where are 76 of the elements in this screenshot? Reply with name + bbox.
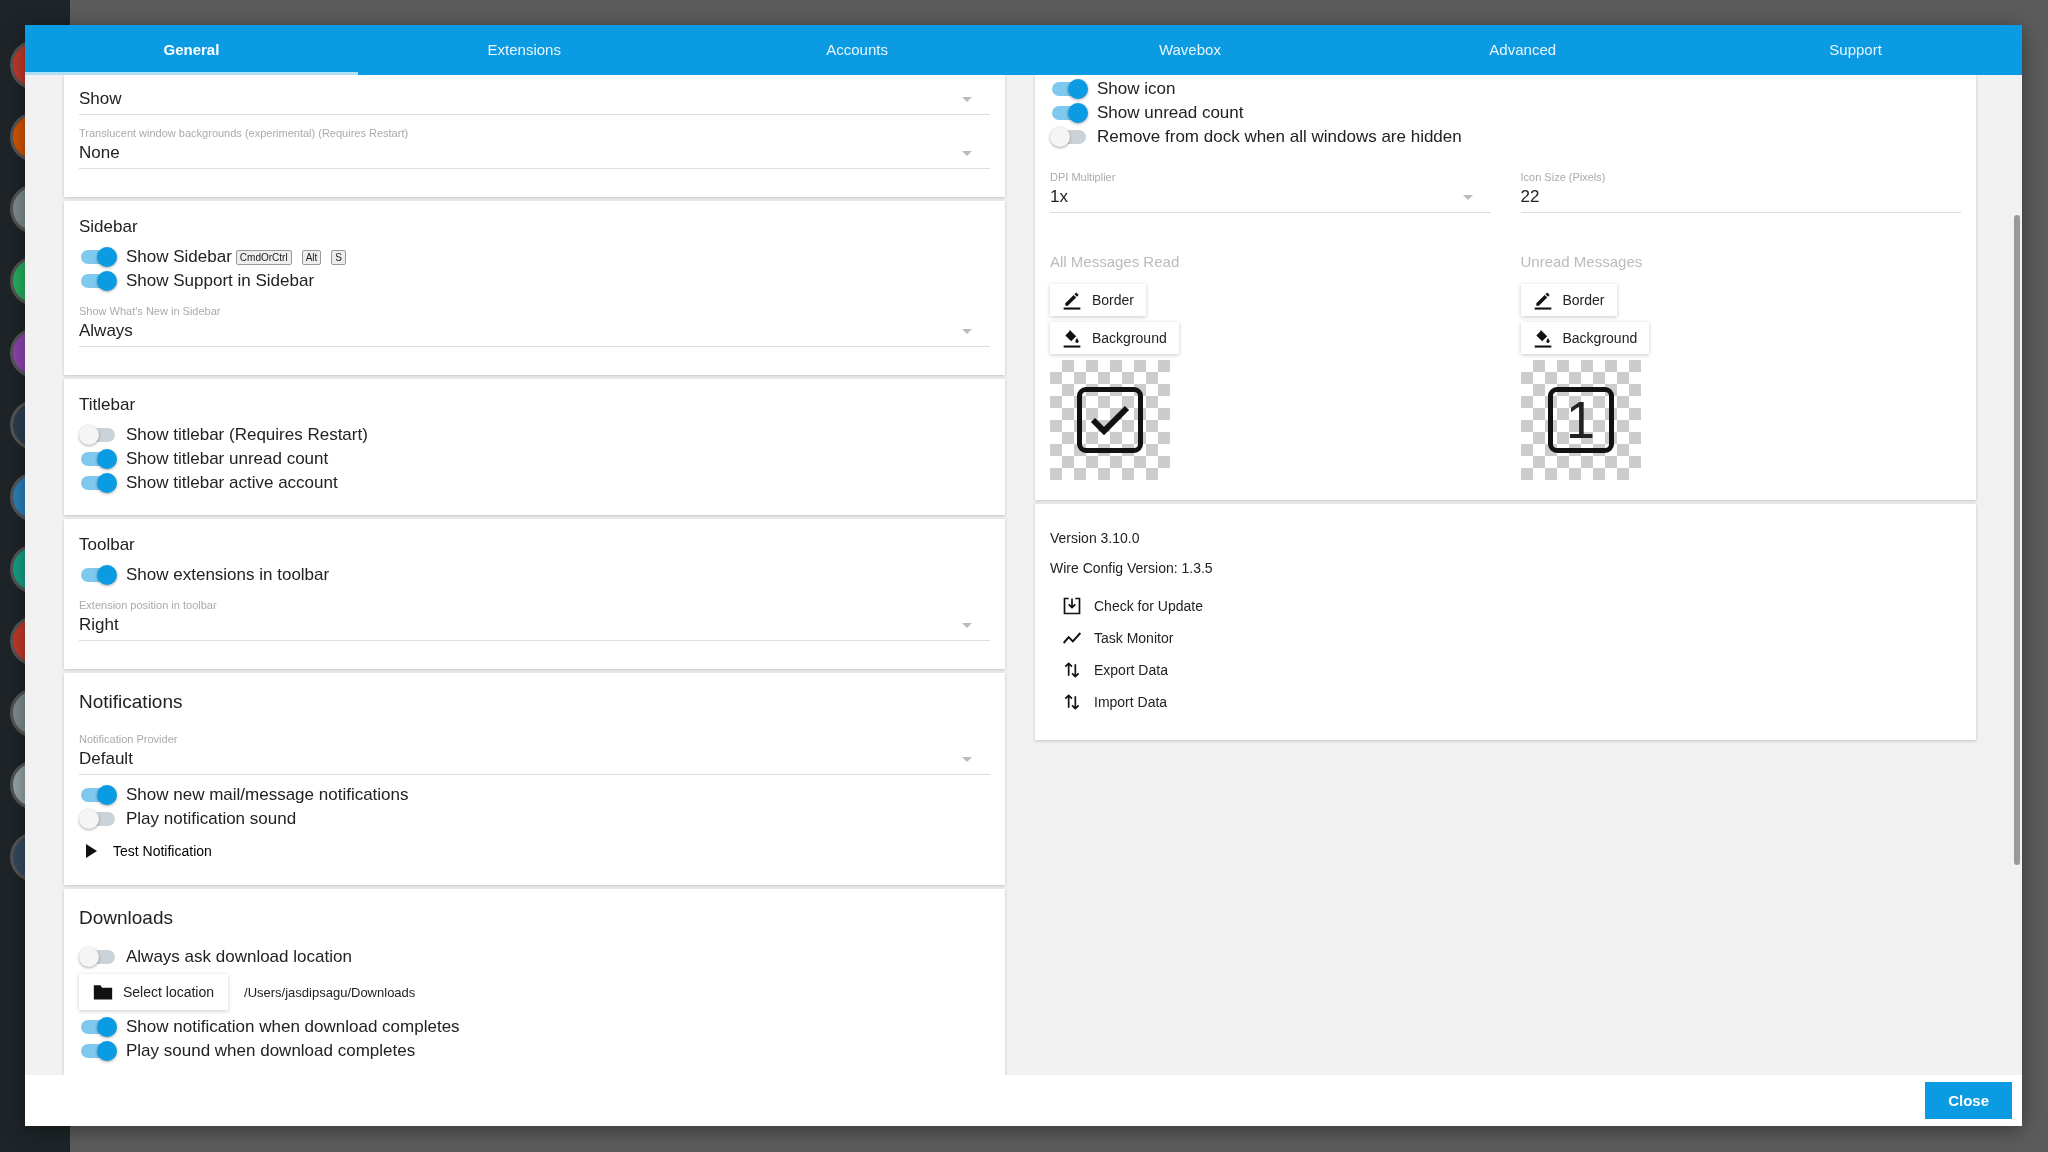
scrollbar-thumb[interactable] — [2014, 215, 2020, 865]
folder-icon — [93, 982, 113, 1002]
play-icon — [85, 844, 97, 858]
toggle-switch[interactable] — [1052, 82, 1086, 96]
toggle-switch[interactable] — [81, 568, 115, 582]
about-action[interactable]: Task Monitor — [1050, 622, 1186, 654]
toggle-label: Remove from dock when all windows are hidden — [1097, 127, 1462, 147]
about-action[interactable]: Import Data — [1050, 686, 1180, 718]
caret-icon — [962, 151, 972, 156]
checkmark-icon — [1090, 405, 1130, 435]
toggle-switch[interactable] — [81, 1020, 115, 1034]
about-action[interactable]: Export Data — [1050, 654, 1180, 686]
select-field[interactable]: DPI Multiplier 1x — [1050, 167, 1491, 213]
section-title: Downloads — [79, 907, 174, 929]
toggle-label: Show notification when download completes — [126, 1017, 460, 1037]
download-box-icon — [1062, 596, 1082, 616]
section-title: Titlebar — [79, 395, 137, 415]
toggle-label: Show titlebar active account — [126, 473, 338, 493]
toggle-label: Show icon — [1097, 79, 1176, 99]
up-down-arrows-icon — [1062, 660, 1082, 680]
toggle-switch[interactable] — [81, 452, 115, 466]
caret-icon — [962, 623, 972, 628]
paint-bucket-icon — [1062, 328, 1082, 348]
color-button[interactable]: Background — [1520, 322, 1650, 354]
group-title: All Messages Read — [1050, 253, 1180, 270]
pencil-icon — [1062, 290, 1082, 310]
caret-icon — [962, 329, 972, 334]
section-title: Sidebar — [79, 217, 139, 237]
color-button[interactable]: Border — [1050, 284, 1147, 316]
select-location-button[interactable]: Select location — [79, 974, 229, 1010]
section-title: Toolbar — [79, 535, 136, 555]
shortcut-key: S — [331, 249, 346, 265]
select-field[interactable]: Extension position in toolbar Right — [79, 595, 990, 641]
group-title: Unread Messages — [1520, 253, 1643, 270]
section-title: Notifications — [79, 691, 184, 713]
toggle-switch[interactable] — [81, 812, 115, 826]
toggle-label: Show Support in Sidebar — [126, 271, 315, 291]
text-field[interactable]: Icon Size (Pixels) 22 — [1520, 167, 1961, 213]
toggle-label: Play notification sound — [126, 809, 297, 829]
test-notification-button[interactable]: Test Notification — [79, 837, 218, 865]
toggle-switch[interactable] — [81, 476, 115, 490]
toggle-label: Show titlebar unread count — [126, 449, 329, 469]
paint-bucket-icon — [1532, 328, 1553, 348]
toggle-switch[interactable] — [1052, 106, 1086, 120]
toggle-label: Show Sidebar — [126, 247, 232, 267]
toggle-switch[interactable] — [81, 950, 115, 964]
caret-icon — [962, 757, 972, 762]
about-action[interactable]: Check for Update — [1050, 590, 1215, 622]
select-field[interactable]: Show What's New in Sidebar Always — [79, 301, 990, 347]
toggle-switch[interactable] — [81, 1044, 115, 1058]
toggle-label: Play sound when download completes — [126, 1041, 416, 1061]
toggle-label: Show unread count — [1097, 103, 1244, 123]
toggle-switch[interactable] — [81, 428, 115, 442]
up-down-arrows-icon — [1062, 692, 1082, 712]
shortcut-key: Alt — [301, 249, 322, 265]
toggle-switch[interactable] — [1052, 130, 1086, 144]
color-button[interactable]: Background — [1050, 322, 1179, 354]
select-field[interactable]: Notification Provider Default — [79, 729, 990, 775]
toggle-switch[interactable] — [81, 250, 115, 264]
select-field[interactable]: Show — [79, 85, 990, 115]
caret-icon — [962, 97, 972, 102]
toggle-label: Show new mail/message notifications — [126, 785, 409, 805]
unread-count: 1 — [1566, 394, 1595, 446]
version-text: Version 3.10.0 — [1050, 530, 1141, 546]
toggle-label: Show titlebar (Requires Restart) — [126, 425, 368, 445]
caret-icon — [1462, 195, 1473, 200]
shortcut-key: CmdOrCtrl — [235, 249, 292, 265]
pencil-icon — [1532, 290, 1553, 310]
select-field[interactable]: Translucent window backgrounds (experimental) (Requires Restart) None — [79, 123, 990, 169]
version-text: Wire Config Version: 1.3.5 — [1050, 560, 1214, 576]
toggle-label: Show extensions in toolbar — [126, 565, 330, 585]
toggle-switch[interactable] — [81, 274, 115, 288]
toggle-switch[interactable] — [81, 788, 115, 802]
toggle-label: Always ask download location — [126, 947, 352, 967]
download-path: /Users/jasdipsagu/Downloads — [244, 984, 416, 1000]
color-button[interactable]: Border — [1520, 284, 1617, 316]
